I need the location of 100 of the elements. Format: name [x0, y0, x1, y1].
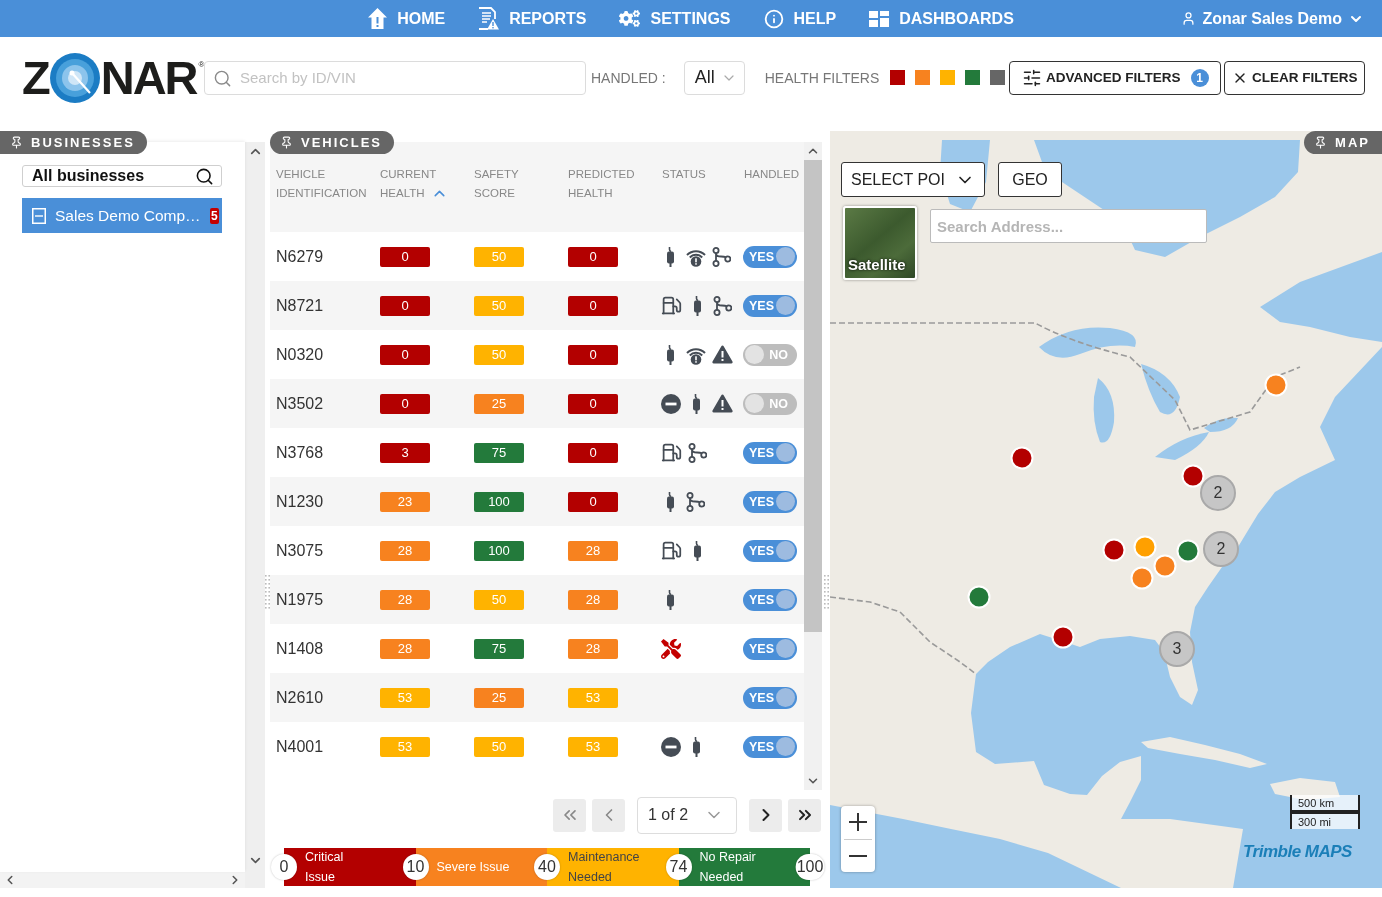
score-badge: 28 [380, 540, 430, 561]
column-header[interactable]: PREDICTED HEALTH [562, 165, 656, 203]
map-marker-icon[interactable] [967, 585, 991, 609]
vertical-scrollbar[interactable] [804, 142, 822, 790]
resize-grip-icon[interactable] [823, 575, 829, 609]
score-badge: 0 [380, 344, 430, 365]
swatch-icon[interactable] [990, 70, 1006, 85]
search-field[interactable]: Search by ID/VIN [204, 60, 586, 95]
handled-toggle[interactable]: YES [743, 588, 797, 611]
handled-toggle[interactable]: YES [743, 245, 797, 268]
plug-icon [666, 491, 675, 512]
map-marker-icon[interactable] [1181, 464, 1205, 488]
handled-toggle[interactable]: YES [743, 686, 797, 709]
legend-label: No Repair Needed [699, 849, 756, 886]
satellite-button[interactable]: Satellite [843, 206, 917, 280]
advanced-filters-button[interactable]: ADVANCED FILTERS 1 [1009, 60, 1222, 95]
map-marker-icon[interactable] [1010, 446, 1034, 470]
swatch-icon[interactable] [890, 70, 906, 85]
count-badge: 5 [209, 207, 219, 224]
horizontal-scrollbar[interactable] [0, 872, 245, 888]
score-badge: 23 [380, 491, 430, 512]
handled-toggle[interactable]: YES [743, 735, 797, 758]
address-search-field[interactable]: Search Address... [930, 209, 1207, 243]
handled-toggle[interactable]: YES [743, 539, 797, 562]
plug-icon [666, 589, 675, 610]
page-select[interactable]: 1 of 2 [637, 796, 737, 834]
vehicle-id: N6279 [276, 247, 324, 266]
nav-link[interactable]: DASHBOARDS [869, 9, 1014, 28]
legend-label: Critical Issue [305, 849, 344, 886]
sliders-icon [1022, 67, 1043, 88]
column-header[interactable]: STATUS [656, 165, 738, 184]
table-row[interactable]: N1975 28 50 28 YES [270, 575, 804, 624]
nav-link[interactable]: HOME [368, 8, 446, 29]
vehicle-id: N3502 [276, 394, 324, 413]
marker-cluster[interactable]: 2 [1203, 531, 1239, 567]
map-marker-icon[interactable] [1130, 566, 1154, 590]
swatch-icon[interactable] [965, 70, 981, 85]
business-list-item[interactable]: Sales Demo Comp… 5 [22, 198, 222, 233]
map-marker-icon[interactable] [1153, 554, 1177, 578]
resize-grip-icon[interactable] [265, 575, 270, 609]
handled-toggle[interactable]: YES [743, 294, 797, 317]
column-header[interactable]: HANDLED [738, 165, 804, 184]
plug-icon [692, 393, 701, 414]
column-header[interactable]: CURRENT HEALTH [374, 165, 468, 203]
score-badge: 28 [380, 638, 430, 659]
nav-link[interactable]: HELP [763, 8, 837, 29]
table-row[interactable]: N1230 23 100 0 YES [270, 477, 804, 526]
panel-tab[interactable]: VEHICLES [270, 131, 394, 154]
score-badge: 50 [474, 736, 524, 757]
map-marker-icon[interactable] [1264, 373, 1288, 397]
fuel-pump-icon [661, 442, 682, 463]
minus-square-icon [32, 207, 46, 224]
geo-button[interactable]: GEO [998, 162, 1062, 197]
business-search-field[interactable]: All businesses [22, 165, 222, 187]
table-row[interactable]: N2610 53 25 53 YES [270, 673, 804, 722]
logo-target-icon [49, 52, 100, 103]
search-icon [213, 68, 232, 88]
vehicle-id: N8721 [276, 296, 324, 315]
handled-toggle[interactable]: YES [743, 441, 797, 464]
warning-icon [712, 394, 733, 413]
handled-toggle[interactable]: YES [743, 637, 797, 660]
clear-filters-button[interactable]: CLEAR FILTERS [1224, 60, 1366, 95]
minus-circle-icon [661, 736, 681, 757]
plus-icon [849, 813, 867, 832]
score-badge: 50 [474, 589, 524, 610]
score-badge: 50 [474, 344, 524, 365]
panel-tab[interactable]: MAP [1304, 131, 1382, 154]
user-menu[interactable]: Zonar Sales Demo [1181, 9, 1364, 28]
plug-icon [666, 344, 675, 365]
map-marker-icon[interactable] [1102, 538, 1126, 562]
panel-tab[interactable]: BUSINESSES [0, 131, 147, 154]
minus-icon [849, 854, 867, 857]
table-row[interactable]: N8721 0 50 0 YES [270, 281, 804, 330]
legend-tick: 0 [271, 854, 297, 880]
swatch-icon[interactable] [940, 70, 956, 85]
column-header[interactable]: SAFETY SCORE [468, 165, 562, 203]
score-badge: 0 [568, 442, 618, 463]
nav-link[interactable]: REPORTS [478, 7, 587, 30]
score-badge: 100 [474, 540, 524, 561]
vertical-scrollbar[interactable] [245, 142, 265, 888]
score-badge: 75 [474, 442, 524, 463]
table-row[interactable]: N3502 0 25 0 NO [270, 379, 804, 428]
marker-cluster[interactable]: 3 [1159, 631, 1195, 667]
nav-link[interactable]: SETTINGS [619, 8, 731, 29]
map-marker-icon[interactable] [1051, 625, 1075, 649]
marker-cluster[interactable]: 2 [1200, 475, 1236, 511]
map-background[interactable]: MAP SELECT POI GEO Satellite Search Address... 2 2 3 500 km 300 mi Trimble MAPS [830, 131, 1382, 888]
page-button[interactable] [788, 798, 821, 832]
info-icon [763, 8, 784, 29]
handled-toggle[interactable]: YES [743, 490, 797, 513]
swatch-icon[interactable] [915, 70, 931, 85]
map-provider-logo: Trimble MAPS [1243, 842, 1352, 862]
column-header[interactable]: VEHICLE IDENTIFICATION [270, 165, 374, 203]
map-marker-icon[interactable] [1176, 539, 1200, 563]
logo-text: Z [22, 54, 49, 101]
legend-label: Severe Issue [436, 859, 510, 876]
score-badge: 53 [568, 736, 618, 757]
poi-select[interactable]: SELECT POI [841, 162, 985, 197]
handled-select[interactable]: All [683, 60, 745, 95]
map-marker-icon[interactable] [1133, 535, 1157, 559]
